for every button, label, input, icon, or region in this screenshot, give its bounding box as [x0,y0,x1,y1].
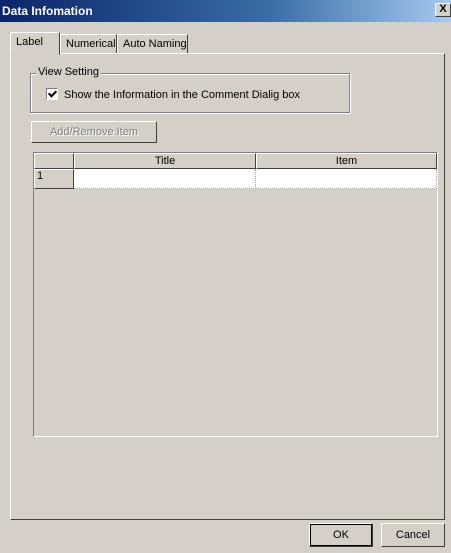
grid-row-number[interactable]: 1 [34,169,74,189]
tab-auto-naming[interactable]: Auto Naming [117,34,188,54]
grid-cell-item[interactable] [256,169,437,189]
grid-header-title[interactable]: Title [74,153,256,169]
tab-label[interactable]: Label [10,32,60,55]
add-remove-item-button[interactable]: Add/Remove Item [31,121,157,143]
ok-button[interactable]: OK [309,523,373,547]
show-info-checkbox-row[interactable]: Show the Information in the Comment Dial… [46,88,301,101]
view-setting-legend: View Setting [36,66,101,78]
title-bar[interactable]: Data Infomation X [0,0,451,22]
show-info-checkbox-label: Show the Information in the Comment Dial… [64,89,301,101]
data-grid: Title Item 1 [33,152,438,437]
cancel-button[interactable]: Cancel [381,523,445,547]
view-setting-group: View Setting Show the Information in the… [30,66,350,113]
grid-header-item[interactable]: Item [256,153,437,169]
dialog-window: Data Infomation X Label Numerical Auto N… [0,0,451,553]
window-title: Data Infomation [2,4,93,18]
close-button[interactable]: X [435,3,451,17]
grid-corner-header [34,153,74,169]
grid-cell-title[interactable] [74,169,256,189]
show-info-checkbox[interactable] [46,88,58,101]
tab-numerical[interactable]: Numerical [60,34,117,54]
